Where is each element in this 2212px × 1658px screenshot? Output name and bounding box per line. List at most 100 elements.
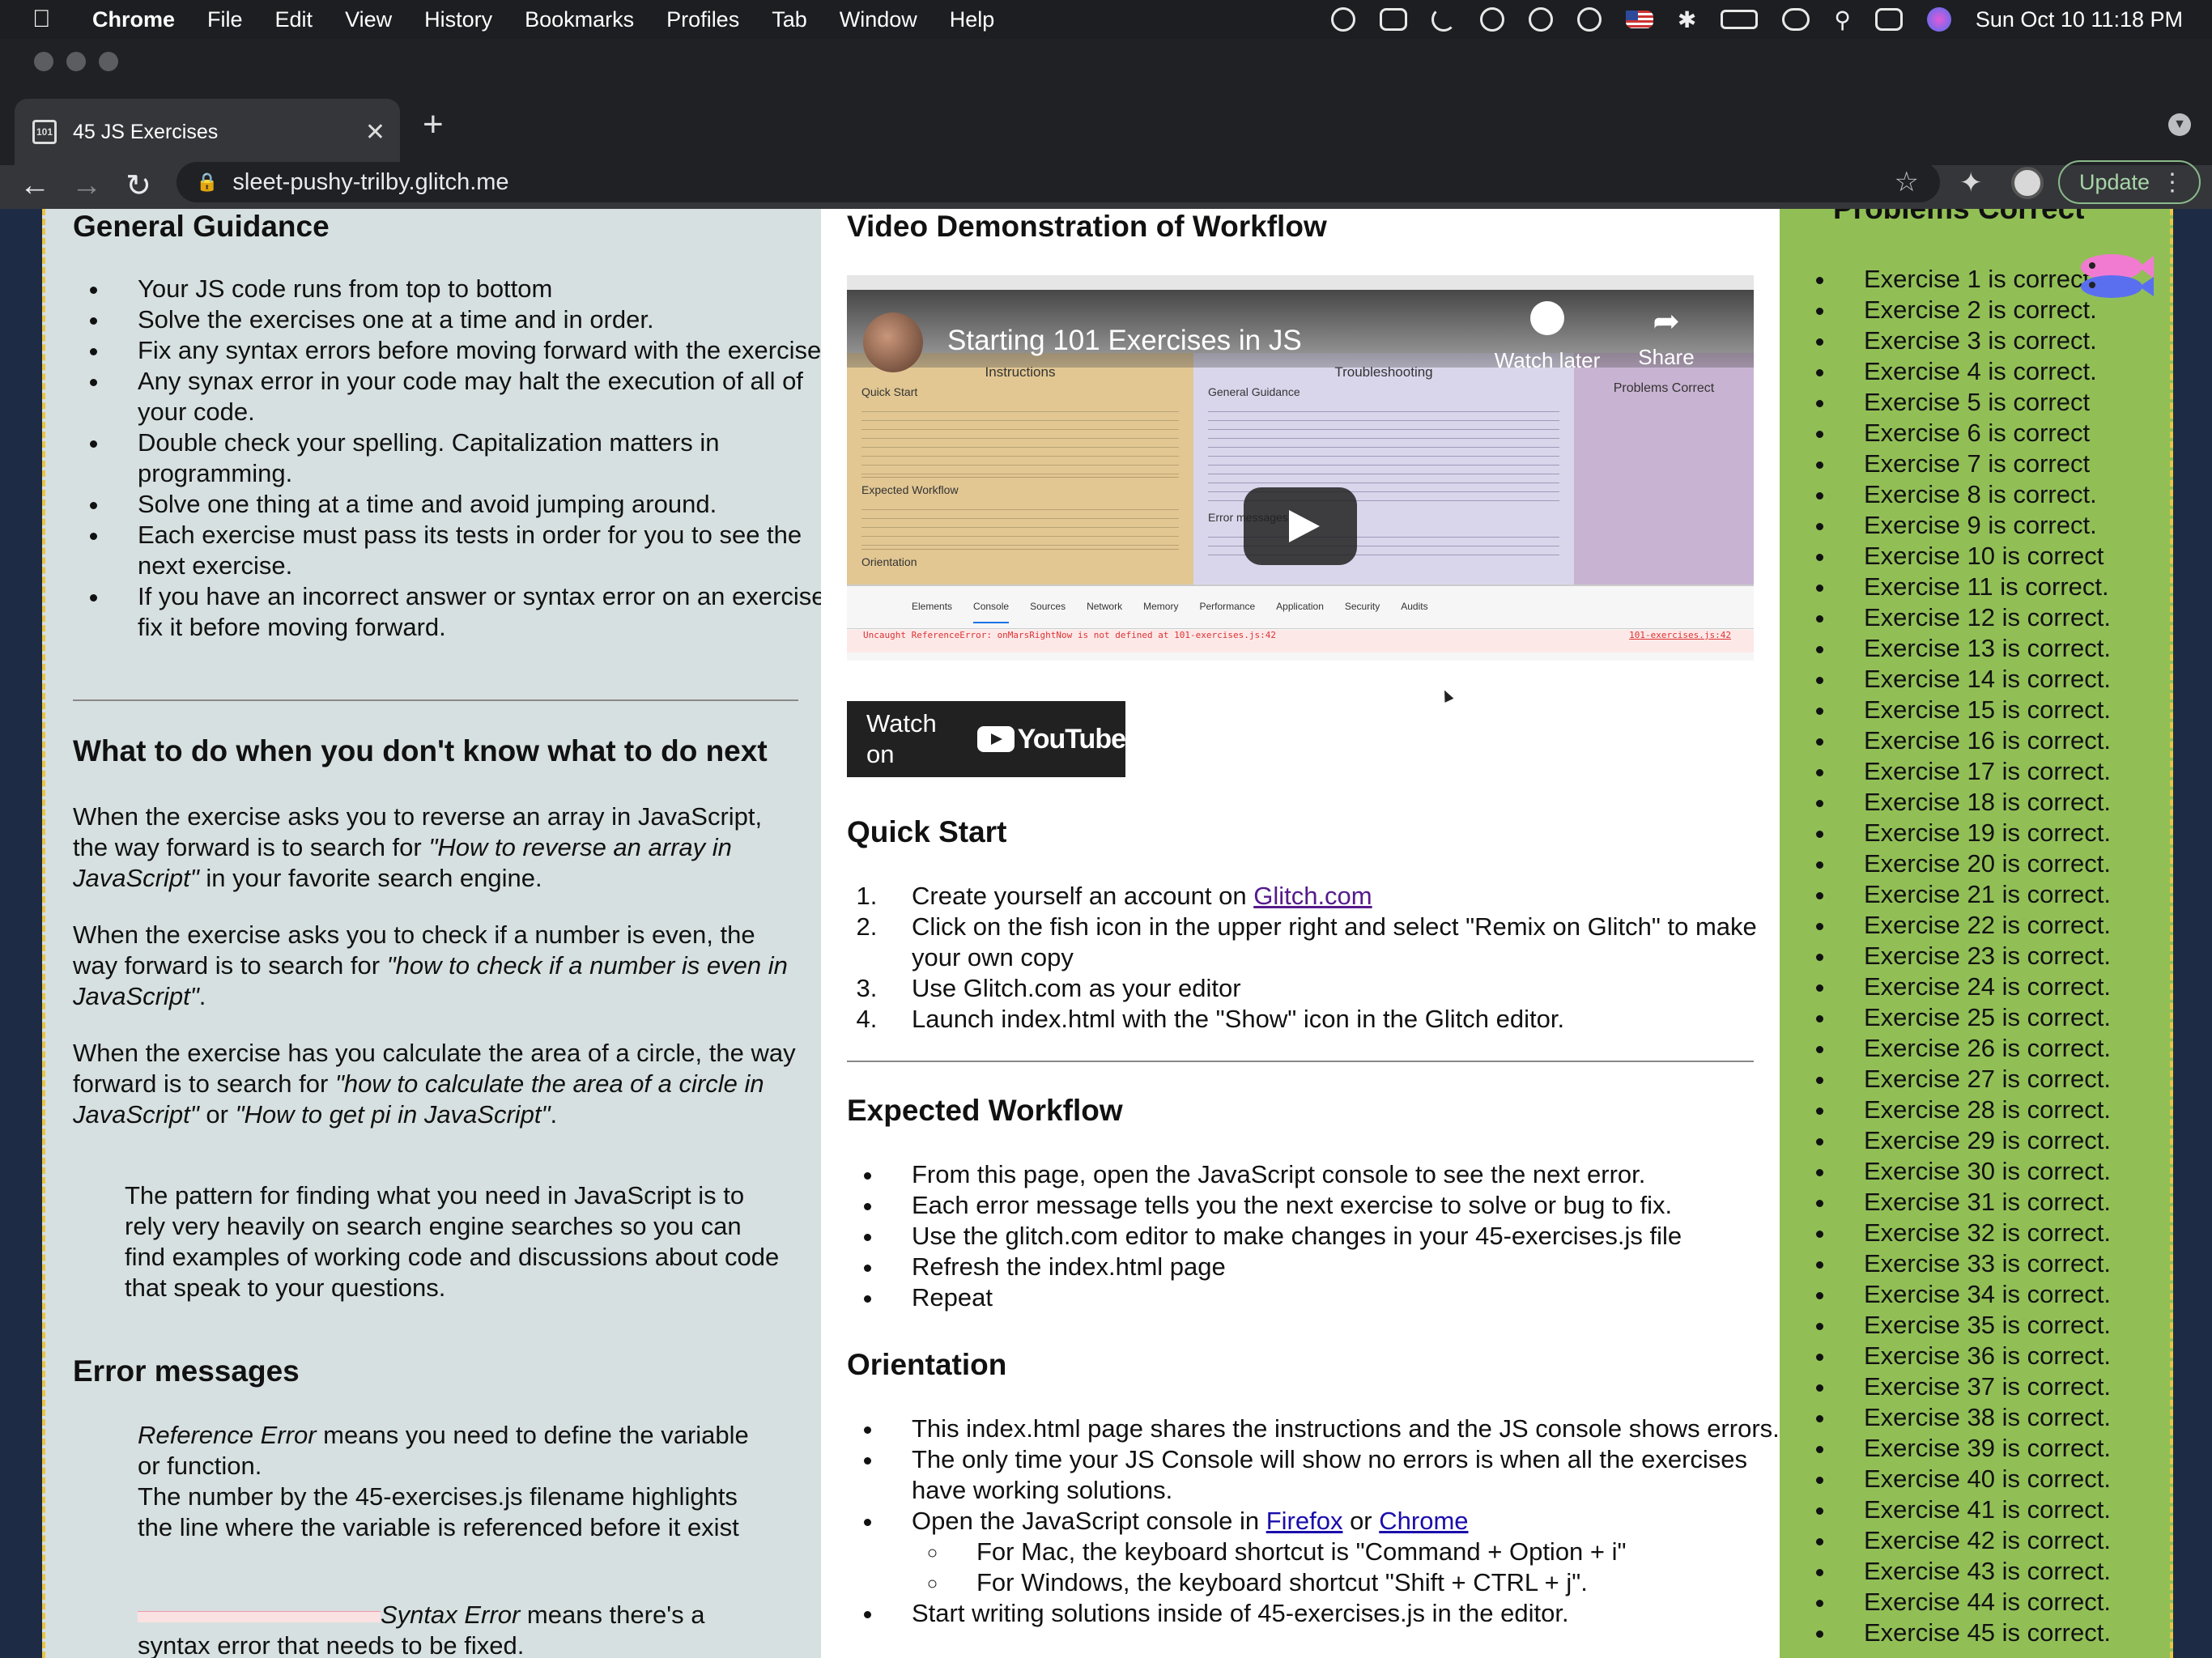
problem-correct-item: Exercise 9 is correct. bbox=[1836, 510, 2209, 541]
chrome-link[interactable]: Chrome bbox=[1379, 1507, 1468, 1535]
glitch-link[interactable]: Glitch.com bbox=[1253, 882, 1372, 910]
next-steps-heading: What to do when you don't know what to d… bbox=[73, 734, 768, 767]
extensions-puzzle-icon[interactable]: ✦ bbox=[1959, 167, 1983, 199]
back-arrow-icon[interactable]: ← bbox=[15, 165, 55, 206]
browser-tab[interactable]: 101 45 JS Exercises ✕ bbox=[15, 99, 400, 165]
orientation-item: The only time your JS Console will show … bbox=[884, 1444, 1783, 1506]
video-title[interactable]: Starting 101 Exercises in JS bbox=[947, 325, 1302, 356]
channel-avatar[interactable] bbox=[863, 312, 923, 372]
bluetooth-icon[interactable]: ✱ bbox=[1678, 6, 1696, 33]
problem-correct-item: Exercise 5 is correct bbox=[1836, 387, 2209, 418]
problem-correct-item: Exercise 21 is correct. bbox=[1836, 879, 2209, 910]
new-tab-button[interactable]: + bbox=[423, 107, 444, 142]
problem-correct-item: Exercise 38 is correct. bbox=[1836, 1402, 2209, 1433]
one-password-icon[interactable] bbox=[1479, 7, 1504, 32]
problem-correct-item: Exercise 18 is correct. bbox=[1836, 787, 2209, 818]
bookmark-star-icon[interactable]: ☆ bbox=[1895, 166, 1919, 198]
menu-help[interactable]: Help bbox=[950, 7, 995, 32]
menu-app-chrome[interactable]: Chrome bbox=[92, 7, 175, 32]
general-guidance-heading: General Guidance bbox=[73, 210, 330, 243]
problems-correct-column: Problems Correct Exercise 1 is correct.E… bbox=[1780, 209, 2173, 1658]
problems-correct-heading: Problems Correct bbox=[1833, 209, 2085, 227]
glitch-fish-icon[interactable] bbox=[2073, 244, 2154, 309]
watch-later-button[interactable]: Watch later bbox=[1487, 301, 1608, 376]
problem-correct-item: Exercise 29 is correct. bbox=[1836, 1125, 2209, 1156]
close-window-button[interactable] bbox=[34, 52, 53, 71]
menu-clock[interactable]: Sun Oct 10 11:18 PM bbox=[1976, 7, 2183, 32]
zoom-window-button[interactable] bbox=[99, 52, 118, 71]
workflow-item: Use the glitch.com editor to make change… bbox=[884, 1221, 1783, 1252]
profile-avatar[interactable] bbox=[2011, 167, 2044, 199]
menu-edit[interactable]: Edit bbox=[275, 7, 313, 32]
menu-view[interactable]: View bbox=[345, 7, 392, 32]
workflow-item: Each error message tells you the next ex… bbox=[884, 1190, 1783, 1221]
problem-correct-item: Exercise 42 is correct. bbox=[1836, 1525, 2209, 1556]
problem-correct-item: Exercise 3 is correct. bbox=[1836, 325, 2209, 356]
more-menu-icon[interactable]: ⋮ bbox=[2160, 168, 2184, 197]
battery-icon[interactable] bbox=[1721, 10, 1759, 29]
lock-icon[interactable]: 🔒 bbox=[196, 172, 218, 193]
quick-start-item: Click on the fish icon in the upper righ… bbox=[884, 912, 1783, 973]
menu-bookmarks[interactable]: Bookmarks bbox=[525, 7, 634, 32]
problem-correct-item: Exercise 44 is correct. bbox=[1836, 1587, 2209, 1618]
reload-icon[interactable]: ↻ bbox=[118, 165, 159, 206]
problem-correct-item: Exercise 30 is correct. bbox=[1836, 1156, 2209, 1187]
address-bar[interactable]: 🔒 sleet-pushy-trilby.glitch.me ☆ bbox=[177, 162, 1940, 202]
shortcut-item: For Windows, the keyboard shortcut "Shif… bbox=[949, 1567, 1783, 1598]
video-title-overlay: Starting 101 Exercises in JS Watch later… bbox=[847, 290, 1754, 372]
problem-correct-item: Exercise 37 is correct. bbox=[1836, 1371, 2209, 1402]
troubleshooting-column: General Guidance Your JS code runs from … bbox=[42, 209, 834, 1658]
problem-correct-item: Exercise 14 is correct. bbox=[1836, 664, 2209, 695]
tab-search-icon[interactable]: ▼ bbox=[2168, 113, 2191, 136]
workflow-item: From this page, open the JavaScript cons… bbox=[884, 1159, 1783, 1190]
display-icon[interactable] bbox=[1379, 8, 1407, 31]
problem-correct-item: Exercise 13 is correct. bbox=[1836, 633, 2209, 664]
url-text[interactable]: sleet-pushy-trilby.glitch.me bbox=[232, 169, 508, 196]
video-problems-pane: Problems Correct bbox=[1574, 353, 1754, 585]
tab-close-icon[interactable]: ✕ bbox=[365, 118, 385, 147]
problem-correct-item: Exercise 17 is correct. bbox=[1836, 756, 2209, 787]
problem-correct-item: Exercise 22 is correct. bbox=[1836, 910, 2209, 941]
share-button[interactable]: ➦ Share bbox=[1626, 301, 1707, 372]
problem-correct-item: Exercise 33 is correct. bbox=[1836, 1248, 2209, 1279]
guidance-item: Solve the exercises one at a time and in… bbox=[110, 304, 839, 335]
firefox-link[interactable]: Firefox bbox=[1266, 1507, 1343, 1535]
menu-history[interactable]: History bbox=[424, 7, 492, 32]
minimize-window-button[interactable] bbox=[66, 52, 86, 71]
menu-window[interactable]: Window bbox=[840, 7, 917, 32]
play-button-icon[interactable] bbox=[1244, 487, 1357, 565]
forward-arrow-icon[interactable]: → bbox=[66, 165, 107, 206]
orientation-item: This index.html page shares the instruct… bbox=[884, 1414, 1783, 1444]
play-circle-icon[interactable] bbox=[1528, 7, 1553, 32]
siri-icon[interactable] bbox=[1926, 7, 1951, 32]
shortcut-item: For Mac, the keyboard shortcut is "Comma… bbox=[949, 1537, 1783, 1567]
menu-file[interactable]: File bbox=[207, 7, 243, 32]
problem-correct-item: Exercise 24 is correct. bbox=[1836, 971, 2209, 1002]
update-button[interactable]: Update ⋮ bbox=[2058, 160, 2201, 204]
problem-correct-item: Exercise 6 is correct bbox=[1836, 418, 2209, 449]
problem-correct-item: Exercise 45 is correct. bbox=[1836, 1618, 2209, 1648]
moon-icon[interactable] bbox=[1431, 7, 1456, 32]
circle-area-paragraph: When the exercise has you calculate the … bbox=[73, 1039, 796, 1129]
shortcut-list: For Mac, the keyboard shortcut is "Comma… bbox=[949, 1537, 1783, 1598]
orientation-list: This index.html page shares the instruct… bbox=[884, 1414, 1783, 1629]
workflow-item: Repeat bbox=[884, 1282, 1783, 1313]
link-icon[interactable] bbox=[1782, 8, 1810, 31]
problem-correct-item: Exercise 4 is correct. bbox=[1836, 356, 2209, 387]
watch-on-youtube-button[interactable]: Watch on YouTube bbox=[847, 701, 1126, 777]
mouse-cursor-icon bbox=[1440, 688, 1454, 703]
console-error-line: Uncaught ReferenceError: onMarsRightNow … bbox=[847, 630, 1754, 653]
problems-list: Exercise 1 is correct.Exercise 2 is corr… bbox=[1836, 264, 2209, 1648]
guidance-list: Your JS code runs from top to bottom Sol… bbox=[110, 274, 839, 643]
spotlight-ring-icon[interactable] bbox=[1330, 7, 1355, 32]
time-machine-icon[interactable] bbox=[1576, 7, 1602, 32]
menu-tab[interactable]: Tab bbox=[772, 7, 807, 32]
menu-profiles[interactable]: Profiles bbox=[666, 7, 739, 32]
us-flag-icon[interactable] bbox=[1625, 11, 1653, 28]
search-icon[interactable]: ⚲ bbox=[1834, 6, 1851, 33]
problem-correct-item: Exercise 11 is correct. bbox=[1836, 572, 2209, 602]
problem-correct-item: Exercise 40 is correct. bbox=[1836, 1464, 2209, 1494]
youtube-embed[interactable]: Instructions Quick Start Expected Workfl… bbox=[847, 275, 1754, 661]
control-center-icon[interactable] bbox=[1874, 8, 1903, 31]
apple-icon[interactable]:  bbox=[32, 6, 65, 33]
